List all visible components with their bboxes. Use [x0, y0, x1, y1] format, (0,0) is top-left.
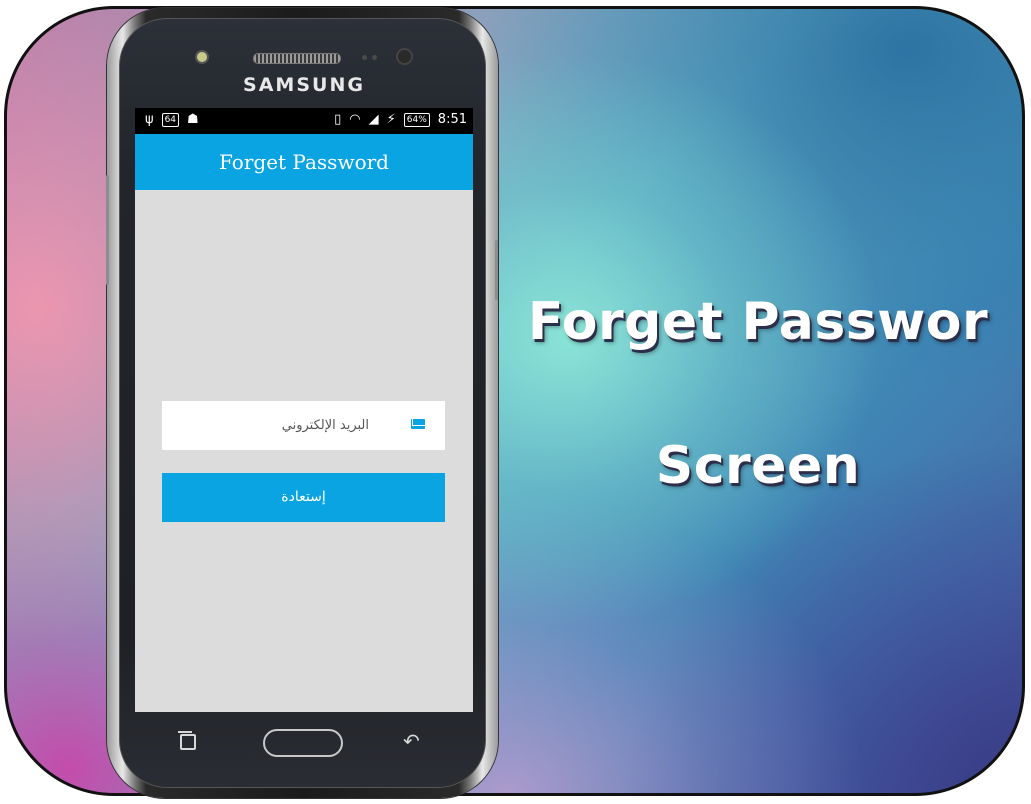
usb-icon: ψ — [145, 112, 154, 127]
app-screen: ψ 64 ☗ ▯ ◠ ◢ ⚡ 64% 8:51 Forget Password … — [135, 108, 473, 712]
recent-apps-icon[interactable] — [178, 731, 196, 750]
wifi-icon: ◠ — [349, 112, 361, 127]
back-icon[interactable]: ↶ — [403, 731, 420, 751]
earpiece-speaker — [253, 53, 341, 64]
power-button — [495, 240, 498, 300]
battery-icon: ⚡ — [386, 112, 396, 127]
proximity-sensor-icon — [362, 55, 367, 60]
promo-headline-line2: Screen — [655, 436, 861, 496]
notification-badge: 64 — [161, 112, 180, 127]
email-placeholder: البريد الإلكتروني — [281, 418, 369, 433]
battery-percent: 64% — [403, 112, 430, 127]
status-bar-right: ▯ ◠ ◢ ⚡ 64% 8:51 — [334, 112, 467, 127]
proximity-sensor-icon — [372, 55, 377, 60]
email-field[interactable]: البريد الإلكتروني — [162, 401, 445, 450]
brand-logo: SAMSUNG — [243, 74, 365, 96]
vibrate-icon: ▯ — [334, 112, 342, 127]
front-camera-icon — [398, 50, 411, 63]
page-title: Forget Password — [135, 134, 473, 190]
status-bar: ψ 64 ☗ ▯ ◠ ◢ ⚡ 64% 8:51 — [135, 108, 473, 134]
signal-icon: ◢ — [368, 112, 379, 127]
home-button[interactable] — [263, 729, 343, 757]
status-bar-left: ψ 64 ☗ — [145, 112, 199, 127]
volume-button — [106, 175, 109, 285]
envelope-icon — [411, 419, 425, 429]
recover-button[interactable]: إستعادة — [162, 473, 445, 522]
debug-icon: ☗ — [187, 112, 199, 127]
sensor-icon — [197, 52, 207, 62]
clock: 8:51 — [437, 112, 467, 127]
promo-headline-line1: Forget Passwor — [527, 292, 989, 352]
